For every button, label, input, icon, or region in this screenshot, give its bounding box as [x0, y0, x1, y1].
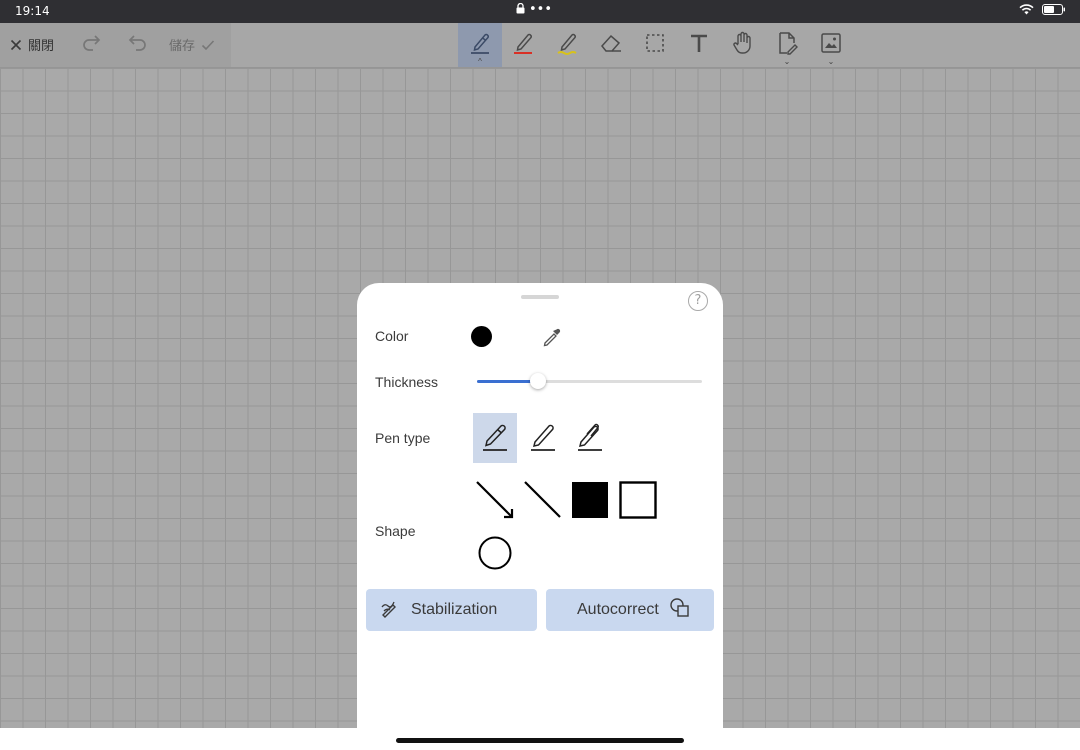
pen-tool-button[interactable]: ^: [458, 23, 502, 67]
rectangle-icon: [619, 480, 657, 524]
brush-pen-icon: [574, 419, 606, 458]
panel-grabber[interactable]: [521, 295, 559, 299]
autocorrect-button[interactable]: Autocorrect: [546, 589, 714, 631]
image-tool-button[interactable]: ⌄: [809, 23, 853, 67]
eraser-icon: [598, 30, 624, 61]
thickness-slider-thumb[interactable]: [529, 373, 546, 389]
shape-line[interactable]: [523, 480, 563, 525]
thickness-slider[interactable]: [477, 373, 702, 389]
arrow-icon: [475, 480, 515, 525]
toolbar: 關閉 儲存 ^ ⌄ ⌄: [0, 23, 1080, 68]
pen-type-ballpoint[interactable]: [521, 413, 565, 463]
checkmark-icon: [201, 39, 215, 51]
pen-type-fountain[interactable]: [473, 413, 517, 463]
undo-button[interactable]: [126, 34, 148, 54]
wifi-icon: [1019, 4, 1034, 18]
eraser-tool-button[interactable]: [589, 23, 633, 67]
lasso-select-tool-button[interactable]: [633, 23, 677, 67]
status-time: 19:14: [15, 4, 50, 18]
text-tool-button[interactable]: [677, 23, 721, 67]
redo-button[interactable]: [81, 34, 103, 54]
hand-tool-button[interactable]: [721, 23, 765, 67]
stabilization-label: Stabilization: [411, 601, 498, 618]
circle-icon: [477, 535, 513, 576]
color-swatch[interactable]: [471, 326, 492, 347]
home-indicator[interactable]: [396, 738, 684, 743]
page-tool-button[interactable]: ⌄: [765, 23, 809, 67]
image-icon: [819, 31, 843, 60]
shape-label: Shape: [375, 523, 416, 539]
color-label: Color: [375, 328, 409, 344]
battery-icon: [1042, 4, 1066, 18]
close-icon: [10, 39, 22, 51]
redo-icon: [81, 34, 103, 54]
pen-tool-caret-icon: ^: [478, 57, 482, 66]
help-button[interactable]: ?: [688, 291, 708, 311]
selection-icon: [643, 31, 667, 60]
multitasking-dots[interactable]: •••: [529, 2, 552, 17]
thickness-label: Thickness: [375, 374, 439, 390]
filled-rectangle-icon: [571, 481, 609, 524]
eyedropper-icon[interactable]: [541, 325, 563, 352]
pen-type-brush[interactable]: [568, 413, 612, 463]
shape-rectangle[interactable]: [618, 480, 658, 524]
status-center: •••: [516, 2, 552, 17]
highlighter-tool-button[interactable]: [545, 23, 589, 67]
hand-icon: [730, 30, 756, 61]
shapes-icon: [669, 597, 691, 624]
fountain-pen-icon: [479, 419, 511, 458]
home-area: [0, 728, 1080, 750]
stabilization-icon: [380, 598, 400, 623]
stabilization-button[interactable]: Stabilization: [366, 589, 537, 631]
pen-type-label: Pen type: [375, 430, 431, 446]
ballpoint-pen-icon: [527, 419, 559, 458]
pen-settings-panel: ? Color Thickness Pen type Shape Stabili…: [357, 283, 723, 728]
lock-icon: [516, 2, 525, 17]
red-pen-tool-button[interactable]: [501, 23, 545, 67]
text-icon: [687, 31, 711, 60]
red-pen-icon: [510, 30, 536, 61]
page-tool-caret-icon: ⌄: [783, 57, 791, 66]
close-label: 關閉: [28, 39, 55, 54]
line-icon: [523, 480, 563, 525]
page-edit-icon: [774, 30, 800, 61]
close-button[interactable]: 關閉: [10, 35, 54, 54]
image-tool-caret-icon: ⌄: [827, 57, 835, 66]
toolbar-left-group: 關閉 儲存: [0, 23, 231, 67]
undo-icon: [126, 34, 148, 54]
status-right: [1019, 4, 1066, 18]
shape-circle[interactable]: [475, 535, 515, 575]
highlighter-icon: [554, 30, 580, 61]
shape-filled-rectangle[interactable]: [570, 481, 610, 524]
autocorrect-label: Autocorrect: [577, 601, 659, 618]
thickness-slider-fill: [477, 380, 538, 383]
save-label: 儲存: [169, 39, 196, 54]
status-bar: 19:14 •••: [0, 0, 1080, 23]
save-button[interactable]: 儲存: [169, 35, 215, 54]
pen-icon: [467, 30, 493, 61]
shape-arrow[interactable]: [475, 480, 515, 525]
